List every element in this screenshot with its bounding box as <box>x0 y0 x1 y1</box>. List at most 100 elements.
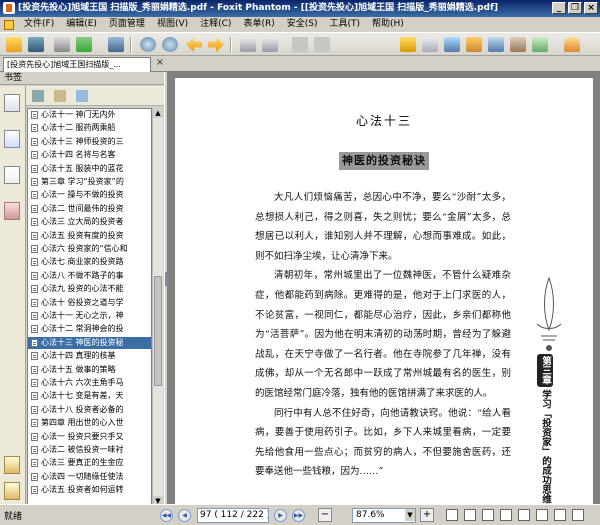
attachments-panel-icon[interactable] <box>4 482 20 500</box>
bookmark-item[interactable]: 心法五 投资有度的投资 <box>28 230 151 242</box>
page-number-field[interactable]: 97 ( 112 / 222 ) <box>197 508 269 523</box>
bookmark-item[interactable]: 心法十八 投资者必备的 <box>28 404 151 416</box>
menu-form[interactable]: 表单(R) <box>237 17 280 32</box>
new-bookmark-icon[interactable] <box>54 90 66 102</box>
bookmark-item[interactable]: 心法九 投资的心法不能 <box>28 283 151 295</box>
bookmark-item[interactable]: 心法二 被信投资一味衬 <box>28 444 151 456</box>
menu-doc-icon <box>4 19 14 30</box>
bookmark-item[interactable]: 心法十 俗投资之道与学 <box>28 297 151 309</box>
bookmark-item[interactable]: 心法十二 常洞神会的投 <box>28 323 151 335</box>
forward-arrow-icon[interactable] <box>208 37 224 52</box>
pages-tab-icon[interactable] <box>4 130 20 148</box>
text-box-icon[interactable] <box>510 37 526 52</box>
bookmark-item[interactable]: 第四章 用出世的心入世 <box>28 417 151 429</box>
bookmark-page-icon <box>31 432 38 441</box>
zoom-out-button[interactable]: − <box>318 508 332 522</box>
prev-page-icon[interactable]: ◀ <box>178 509 191 522</box>
expand-bookmark-icon[interactable] <box>76 90 88 102</box>
full-screen-icon[interactable] <box>572 509 584 521</box>
link-icon[interactable] <box>444 37 460 52</box>
undo-icon[interactable] <box>292 37 308 52</box>
insert-page-icon[interactable] <box>240 37 256 52</box>
user-icon[interactable] <box>564 37 580 52</box>
bookmark-item[interactable]: 心法十五 服装中的蓝花 <box>28 163 151 175</box>
fit-width-icon[interactable] <box>536 509 548 521</box>
bookmark-item[interactable]: 心法十二 服药两乘船 <box>28 122 151 134</box>
pen-icon[interactable] <box>532 37 548 52</box>
email-icon[interactable] <box>76 37 92 52</box>
continuous-page-icon[interactable] <box>464 509 476 521</box>
rotate-view-icon[interactable] <box>554 509 566 521</box>
bookmark-item[interactable]: 心法十四 真理的核基 <box>28 350 151 362</box>
bookmark-item[interactable]: 心法七 商业家的投资路 <box>28 256 151 268</box>
menu-pages[interactable]: 页面管理 <box>103 17 151 32</box>
bookmark-item[interactable]: 心法十三 神师投资的三 <box>28 136 151 148</box>
menu-comment[interactable]: 注释(C) <box>194 17 237 32</box>
video-icon[interactable] <box>488 37 504 52</box>
bookmark-item[interactable]: 心法一 投资只要只手又 <box>28 431 151 443</box>
scroll-thumb[interactable] <box>154 276 162 386</box>
bookmark-item[interactable]: 心法十七 变是有差，天 <box>28 390 151 402</box>
menu-tools[interactable]: 工具(T) <box>323 17 366 32</box>
bookmark-item[interactable]: 心法十六 六次主角手马 <box>28 377 151 389</box>
minimize-button[interactable]: _ <box>552 2 566 14</box>
bookmark-page-icon <box>31 312 38 320</box>
stamp-icon[interactable] <box>422 37 438 52</box>
image-icon[interactable] <box>466 37 482 52</box>
open-folder-icon[interactable] <box>6 37 22 52</box>
menu-view[interactable]: 视图(V) <box>151 17 194 32</box>
document-viewport[interactable]: 心法十三 神医的投资秘诀 大凡人们烦恼痛苦，总因心中不净，要么“沙耐”太多，总想… <box>168 72 600 504</box>
tab-close-icon[interactable]: × <box>154 57 166 69</box>
bookmark-item[interactable]: 心法八 不做不路子的事 <box>28 270 151 282</box>
menu-file[interactable]: 文件(F) <box>18 17 60 32</box>
bookmark-item[interactable]: 心法十三 神医的投资秘 <box>28 336 151 349</box>
fit-page-icon[interactable] <box>518 509 530 521</box>
zoom-in-button[interactable]: + <box>420 508 434 522</box>
page-down-icon[interactable] <box>162 37 178 52</box>
bookmarks-tab-icon[interactable] <box>4 94 20 112</box>
bookmark-toolbar <box>26 86 164 106</box>
layers-tab-icon[interactable] <box>4 166 20 184</box>
close-button[interactable]: × <box>584 2 598 14</box>
attachments-tab-icon[interactable] <box>4 202 20 220</box>
scroll-up-icon[interactable]: ▲ <box>153 108 163 118</box>
menu-edit[interactable]: 编辑(E) <box>60 17 103 32</box>
bookmark-item[interactable]: 心法十一 无心之示，神 <box>28 310 151 322</box>
back-arrow-icon[interactable] <box>186 37 202 52</box>
bookmark-label: 心法三 立大局的投资者 <box>41 217 124 227</box>
bookmark-item[interactable]: 心法一 操与不做的投资 <box>28 189 151 201</box>
print-icon[interactable] <box>54 37 70 52</box>
next-page-icon[interactable]: ▶ <box>274 509 287 522</box>
page-up-icon[interactable] <box>140 37 156 52</box>
scan-icon[interactable] <box>108 37 124 52</box>
bookmark-item[interactable]: 心法三 要真正的生金应 <box>28 457 151 469</box>
bookmark-item[interactable]: 心法六 投资家的“信心和 <box>28 243 151 255</box>
tab-document[interactable]: [投资先投心]旭域王国扫描版_... <box>3 57 151 72</box>
extract-page-icon[interactable] <box>262 37 278 52</box>
bookmark-item[interactable]: 心法十五 做事的策略 <box>28 364 151 376</box>
facing-page-icon[interactable] <box>482 509 494 521</box>
bookmark-item[interactable]: 心法五 投资者如何运转 <box>28 484 151 496</box>
bookmark-scrollbar[interactable]: ▲ ▼ <box>152 108 163 506</box>
save-icon[interactable] <box>28 37 44 52</box>
comments-tab-icon[interactable] <box>4 456 20 474</box>
bookmark-item[interactable]: 心法十四 名将与名客 <box>28 149 151 161</box>
bookmark-item[interactable]: 心法三 立大局的投资者 <box>28 216 151 228</box>
bookmark-page-icon <box>31 285 38 294</box>
single-page-icon[interactable] <box>446 509 458 521</box>
menu-security[interactable]: 安全(S) <box>281 17 324 32</box>
attach-icon[interactable] <box>400 37 416 52</box>
bookmark-label: 心法一 操与不做的投资 <box>41 190 124 200</box>
menu-help[interactable]: 帮助(H) <box>366 17 410 32</box>
bookmark-item[interactable]: 心法四 一切随缘任使法 <box>28 471 151 483</box>
last-page-icon[interactable]: ▶▶ <box>292 509 305 522</box>
delete-bookmark-icon[interactable] <box>32 90 44 102</box>
continuous-facing-icon[interactable] <box>500 509 512 521</box>
redo-icon[interactable] <box>314 37 330 52</box>
bookmark-item[interactable]: 心法二 世间最伟的投资 <box>28 203 151 215</box>
zoom-dropdown-icon[interactable]: ▼ <box>405 509 415 521</box>
first-page-icon[interactable]: ◀◀ <box>160 509 173 522</box>
bookmark-item[interactable]: 心法十一 神门无内外 <box>28 109 151 121</box>
bookmark-item[interactable]: 第三章 学习“投资家”的 <box>28 176 151 188</box>
restore-button[interactable]: ❐ <box>568 2 582 14</box>
